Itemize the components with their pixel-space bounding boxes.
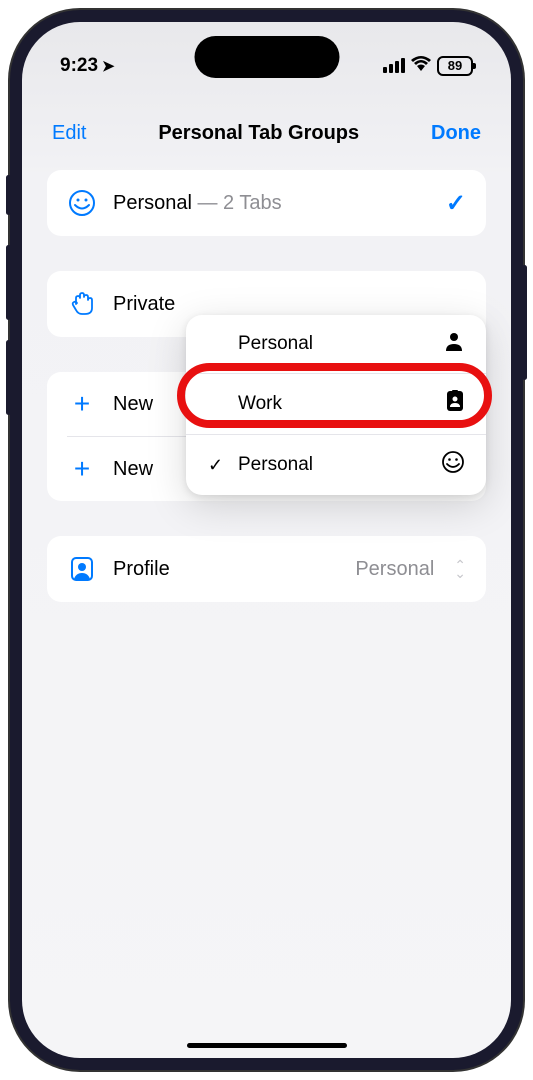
profile-popup-menu: Personal Work [186,315,486,495]
location-icon: ➤ [102,57,115,75]
status-left: 9:23 ➤ [60,55,115,77]
hand-icon [67,289,97,319]
badge-icon [446,390,464,418]
popup-item-work[interactable]: Work [186,374,486,435]
popup-item-label: Personal [238,333,313,355]
dynamic-island [194,36,339,78]
chevron-updown-icon: ⌃⌄ [454,561,466,578]
popup-item-personal-1[interactable]: Personal [186,315,486,374]
checkmark-icon: ✓ [208,455,228,476]
wifi-icon [411,55,431,77]
profile-selector[interactable]: Profile Personal ⌃⌄ [47,536,486,602]
volume-up-button [6,245,11,320]
plus-icon: + [67,388,97,420]
battery-level: 89 [448,58,462,73]
page-title: Personal Tab Groups [158,122,359,145]
plus-icon: + [67,453,97,485]
smiley-icon [442,451,464,479]
tab-group-label: Personal — 2 Tabs [113,192,430,215]
tab-group-personal[interactable]: Personal — 2 Tabs ✓ [47,170,486,236]
status-time: 9:23 [60,55,98,77]
popup-item-personal-2[interactable]: ✓ Personal [186,435,486,495]
person-icon [444,331,464,357]
content-area: Personal — 2 Tabs ✓ Private + New + N [22,170,511,602]
home-indicator[interactable] [187,1043,347,1048]
new-label: New [113,458,153,481]
silent-switch [6,175,11,215]
done-button[interactable]: Done [431,122,481,145]
edit-button[interactable]: Edit [52,122,86,145]
signal-icon [383,58,405,73]
phone-frame: 9:23 ➤ 89 Edit Personal Tab Groups Done [10,10,523,1070]
phone-screen: 9:23 ➤ 89 Edit Personal Tab Groups Done [22,22,511,1058]
profile-value: Personal [355,558,434,581]
nav-bar: Edit Personal Tab Groups Done [22,87,511,170]
battery-icon: 89 [437,56,473,76]
smiley-icon [67,188,97,218]
popup-item-label: Work [238,393,282,415]
tab-group-label: Private [113,293,466,316]
profile-label: Profile [113,558,170,581]
new-label: New [113,393,153,416]
profile-icon [67,554,97,584]
power-button [522,265,527,380]
checkmark-icon: ✓ [446,189,466,218]
popup-item-label: Personal [238,454,313,476]
volume-down-button [6,340,11,415]
status-right: 89 [383,55,473,77]
